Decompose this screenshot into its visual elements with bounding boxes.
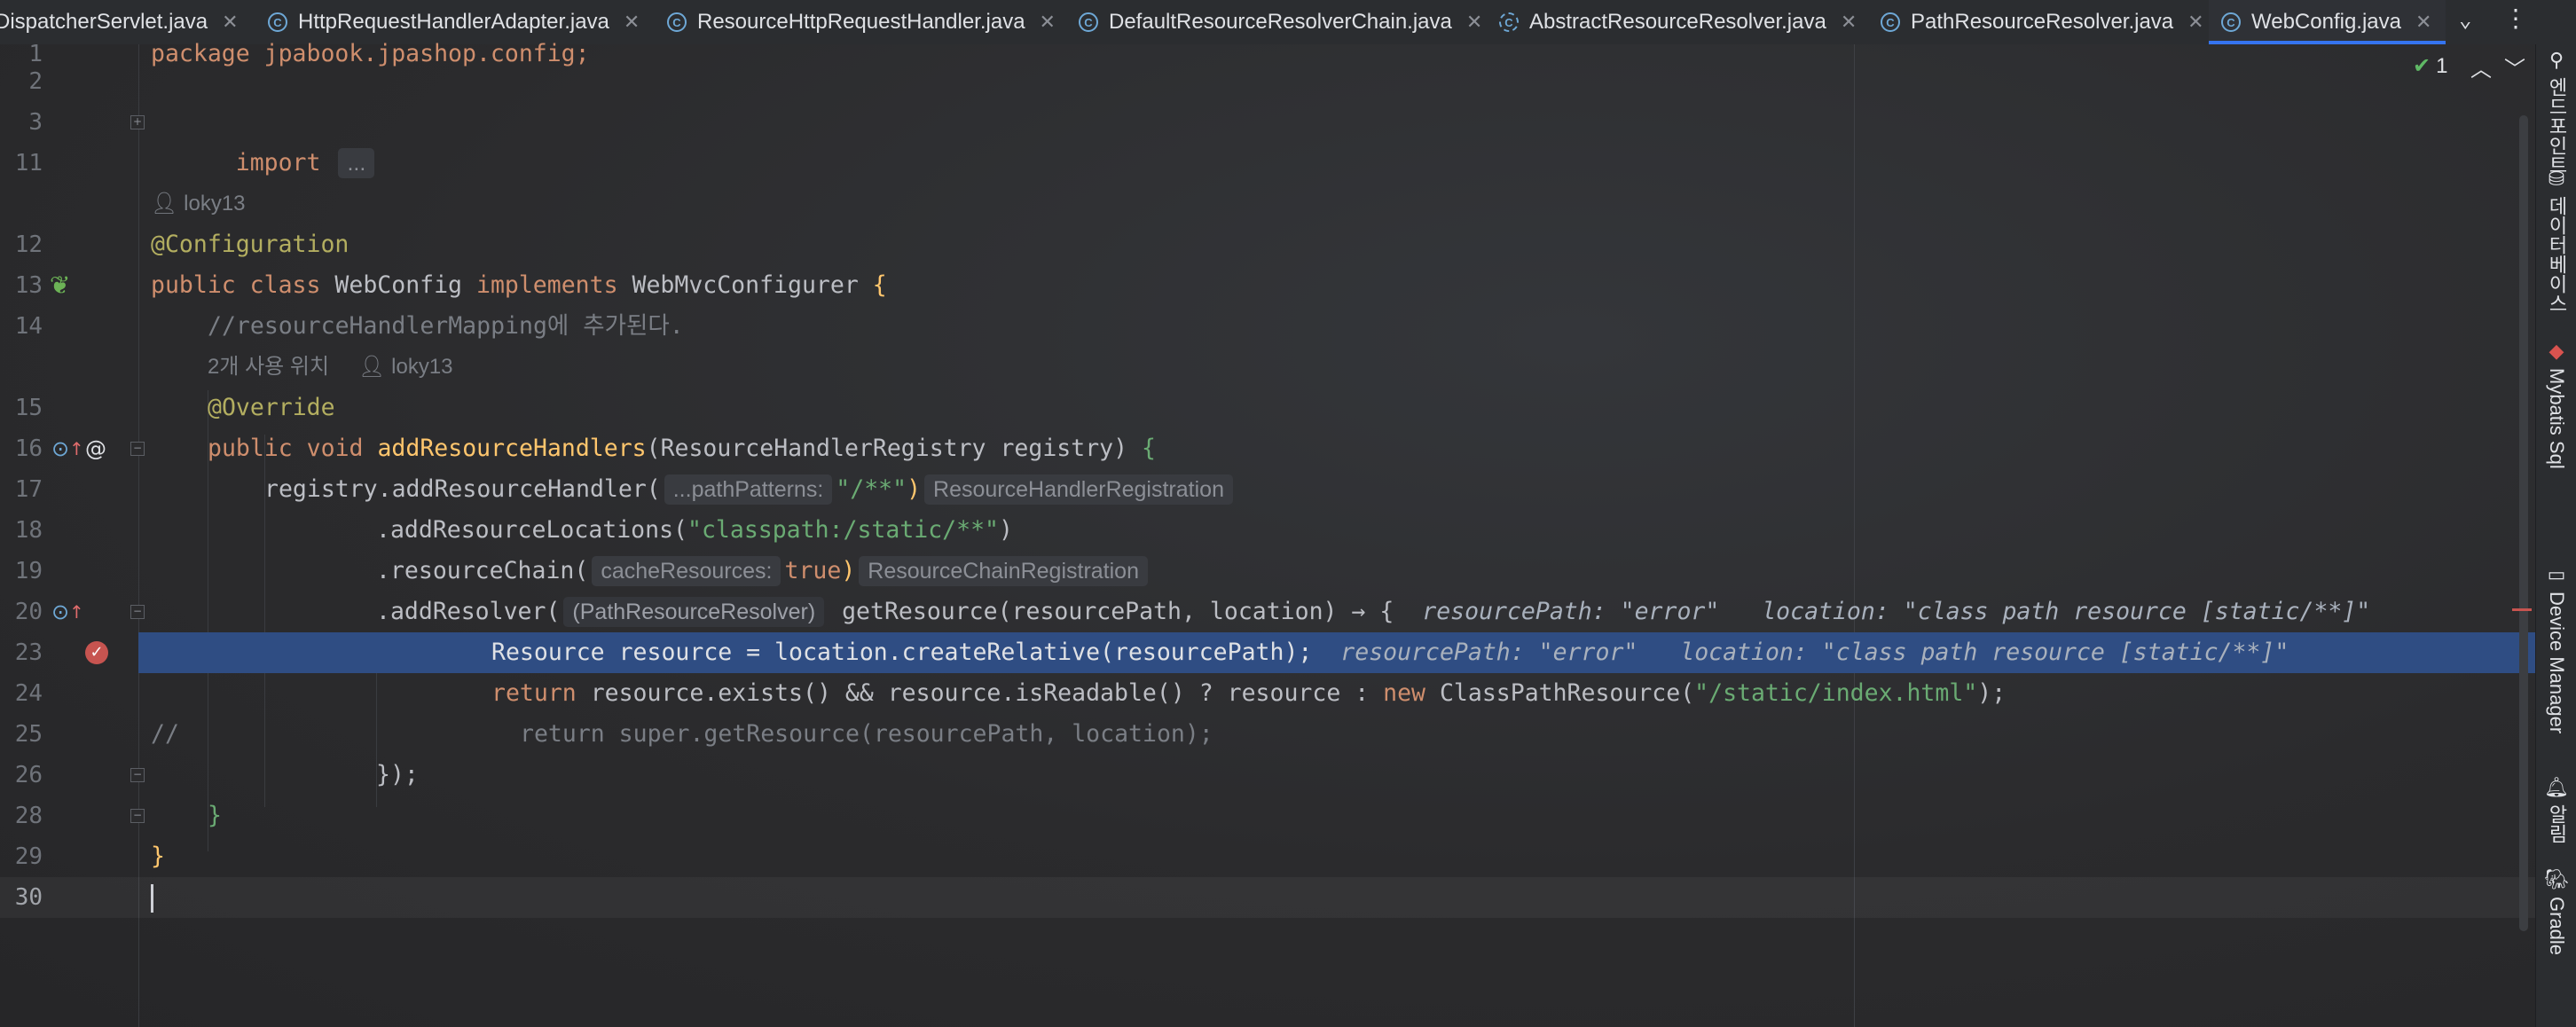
tool-window-notifications[interactable]: 🔔︎ 알림	[2536, 777, 2576, 843]
java-class-icon: C	[268, 12, 287, 32]
tab-label: WebConfig.java	[2251, 10, 2401, 34]
cast-fold[interactable]: (PathResourceResolver)	[563, 597, 825, 627]
inspection-widget[interactable]: ✔ 1	[2413, 53, 2447, 79]
right-tool-window-bar: ⚲ 엔드포인트 ⛁ 데이터베이스 ◆ Mybatis Sql ▭ Device …	[2535, 44, 2576, 1027]
parameter-hint: cacheResources:	[592, 556, 781, 586]
more-vertical-icon[interactable]: ⋮	[2503, 4, 2528, 33]
parameter-hint: ...pathPatterns:	[664, 474, 833, 505]
code-line: 19 .resourceChain(cacheResources: true) Re…	[0, 551, 2535, 592]
code-comment: //resourceHandlerMapping에 추가된다.	[208, 312, 684, 340]
spring-bean-icon[interactable]: ❦	[50, 265, 70, 306]
close-icon[interactable]: ✕	[624, 11, 640, 34]
user-icon: 👤︎	[151, 192, 178, 216]
code-line: 15 @Override	[0, 388, 2535, 428]
tool-window-endpoints[interactable]: ⚲ 엔드포인트	[2536, 50, 2576, 175]
code-line: 23 ✓ Resource resource = location.create…	[14, 639, 2289, 666]
close-icon[interactable]: ✕	[1841, 11, 1857, 34]
close-icon[interactable]: ✕	[2187, 11, 2203, 34]
java-abstract-class-icon: C	[1499, 12, 1519, 32]
code-line: 2	[28, 68, 43, 95]
code-line: 13 ❦ public class WebConfig implements W…	[0, 265, 2535, 306]
tool-window-gradle[interactable]: 🐘︎ Gradle	[2536, 869, 2576, 955]
tab-label: ResourceHttpRequestHandler.java	[697, 10, 1025, 34]
database-icon: ⛁	[2548, 169, 2565, 191]
configuration-annotation: @Configuration	[151, 231, 349, 258]
code-line: 20 ⊙ ↑ − .addResolver((PathResourceResol…	[0, 592, 2535, 632]
code-line: 28 − }	[14, 802, 222, 829]
code-line: 16 ⊙ ↑ @ − public void addResourceHandle…	[0, 428, 2535, 469]
tool-window-database[interactable]: ⛁ 데이터베이스	[2536, 169, 2576, 313]
gradle-icon: 🐘︎	[2544, 869, 2569, 891]
editor-scrollbar[interactable]	[2519, 115, 2528, 931]
notifications-icon: 🔔︎	[2544, 777, 2569, 799]
endpoints-icon: ⚲	[2549, 50, 2564, 72]
tab-label: HttpRequestHandlerAdapter.java	[298, 10, 609, 34]
java-class-icon: C	[2221, 12, 2241, 32]
tab-label: DefaultResourceResolverChain.java	[1109, 10, 1452, 34]
code-line: 24 return resource.exists() && resource.…	[14, 679, 2007, 707]
check-icon: ✔	[2413, 53, 2431, 78]
tool-window-device-manager[interactable]: ▭ Device Manager	[2536, 564, 2576, 733]
fold-collapse-icon[interactable]: −	[130, 605, 145, 619]
code-line-current[interactable]: 30	[0, 877, 2535, 918]
code-line: 25 // return super.getResource(resourceP…	[0, 714, 2535, 755]
implements-method-icon[interactable]: ⊙	[51, 592, 69, 632]
debug-inline-value: resourcePath: "error" location: "class p…	[1422, 598, 2371, 625]
close-icon[interactable]: ✕	[1466, 11, 1482, 34]
chevron-down-icon[interactable]: ﹀	[2504, 51, 2525, 82]
close-icon[interactable]: ✕	[2415, 11, 2431, 34]
text-caret	[151, 884, 153, 913]
java-class-icon: C	[667, 12, 687, 32]
close-icon[interactable]: ✕	[1040, 11, 1056, 34]
debug-inline-value: resourcePath: "error" location: "class p…	[1340, 639, 2289, 666]
usages-hint[interactable]: 2개 사용 위치	[208, 347, 329, 388]
user-icon: 👤︎	[358, 355, 386, 379]
fold-end-icon[interactable]: −	[130, 809, 145, 823]
implements-method-icon[interactable]: ⊙	[51, 428, 69, 469]
commented-code: return super.getResource(resourcePath, l…	[520, 720, 1213, 748]
breakpoint-icon[interactable]: ✓	[85, 641, 108, 664]
scrollbar-error-marker[interactable]	[2512, 608, 2532, 611]
close-icon[interactable]: ✕	[222, 11, 238, 34]
arrow-up-icon: ↑	[69, 438, 84, 459]
arrow-up-icon: ↑	[69, 601, 84, 623]
type-hint: ResourceHandlerRegistration	[924, 474, 1233, 505]
mybatis-icon: ◆	[2549, 341, 2564, 363]
override-annotation: @Override	[208, 394, 335, 421]
fold-end-icon[interactable]: −	[130, 768, 145, 782]
tab-label: PathResourceResolver.java	[1911, 10, 2174, 34]
at-sign-icon[interactable]: @	[85, 428, 106, 469]
type-hint: ResourceChainRegistration	[859, 556, 1148, 586]
tool-window-mybatis-sql[interactable]: ◆ Mybatis Sql	[2536, 341, 2576, 469]
tab-label: DispatcherServlet.java	[0, 10, 208, 34]
code-line: 14 //resourceHandlerMapping에 추가된다.	[0, 306, 2535, 347]
code-line: 26 − });	[14, 761, 419, 788]
fold-expand-icon[interactable]: +	[130, 115, 145, 129]
code-line: 18 .addResourceLocations("classpath:/sta…	[14, 516, 1013, 544]
tab-label: AbstractResourceResolver.java	[1529, 10, 1826, 34]
code-line: 12 @Configuration	[0, 224, 2535, 265]
java-class-icon: C	[1079, 12, 1098, 32]
code-line: 17 registry.addResourceHandler(...pathPa…	[0, 469, 2535, 510]
device-manager-icon: ▭	[2547, 564, 2566, 586]
fold-collapse-icon[interactable]: −	[130, 442, 145, 456]
code-line: 11	[14, 150, 43, 176]
code-line: 29 }	[14, 843, 165, 870]
code-line: 3 + import ...	[0, 102, 2535, 178]
code-editor[interactable]: 1 package jpabook.jpashop.config; 2 3 + …	[0, 40, 2535, 1027]
java-class-icon: C	[1881, 12, 1900, 32]
code-vision-hint[interactable]: 2개 사용 위치 👤︎ loky13	[0, 347, 2535, 388]
code-vision-hint[interactable]: 👤︎ loky13	[0, 184, 2535, 224]
chevron-down-icon[interactable]: ⌄	[2459, 7, 2471, 32]
chevron-up-icon[interactable]: ︿	[2470, 51, 2492, 82]
